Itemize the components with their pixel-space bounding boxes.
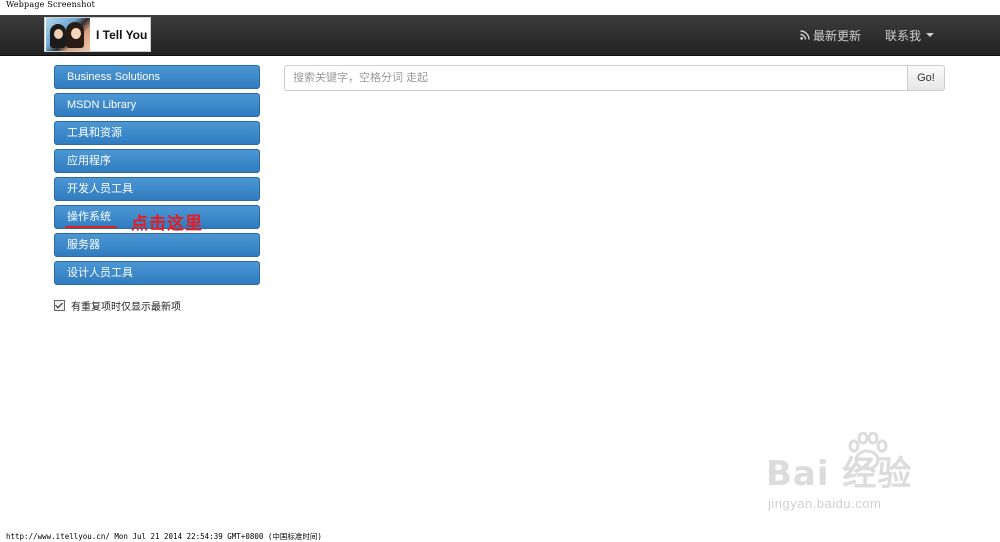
latest-updates-link[interactable]: 最新更新 (788, 27, 873, 44)
sidebar-item-tools-resources[interactable]: 工具和资源 (54, 121, 260, 145)
brand-logo[interactable]: I Tell You (44, 17, 151, 52)
category-sidebar: Business Solutions MSDN Library 工具和资源 应用… (54, 65, 260, 289)
latest-only-checkbox[interactable] (54, 300, 65, 311)
sidebar-item-label: 操作系统 (67, 211, 111, 223)
brand-image (46, 18, 90, 51)
sidebar-item-label: MSDN Library (67, 99, 137, 111)
sidebar-item-label: Business Solutions (67, 71, 160, 83)
sidebar-item-msdn-library[interactable]: MSDN Library (54, 93, 260, 117)
latest-only-option[interactable]: 有重复项时仅显示最新项 (54, 298, 181, 313)
latest-only-label: 有重复项时仅显示最新项 (71, 302, 181, 313)
navbar-right-links: 最新更新 联系我 (788, 15, 1000, 55)
sidebar-item-label: 工具和资源 (67, 127, 122, 139)
sidebar-item-label: 应用程序 (67, 155, 111, 167)
sidebar-item-label: 服务器 (67, 239, 100, 251)
sidebar-item-developer-tools[interactable]: 开发人员工具 (54, 177, 260, 201)
search-bar: Go! (284, 65, 945, 91)
screenshot-caption: Webpage Screenshot (6, 0, 96, 9)
footer-url-timestamp: http://www.itellyou.cn/ Mon Jul 21 2014 … (6, 532, 322, 541)
sidebar-item-label: 设计人员工具 (67, 267, 133, 279)
latest-updates-label: 最新更新 (812, 28, 861, 43)
brand-text: I Tell You (96, 27, 148, 42)
sidebar-item-business-solutions[interactable]: Business Solutions (54, 65, 260, 89)
contact-dropdown[interactable]: 联系我 (873, 27, 946, 44)
baidu-watermark: Bai 经验 jingyan.baidu.com (766, 432, 946, 522)
sidebar-item-applications[interactable]: 应用程序 (54, 149, 260, 173)
chevron-down-icon (926, 33, 934, 37)
search-input[interactable] (284, 65, 907, 91)
search-go-button[interactable]: Go! (907, 65, 945, 91)
annotation-underline (65, 226, 117, 228)
top-navbar: I Tell You 最新更新 联系我 (0, 15, 1000, 56)
rss-icon (800, 30, 810, 40)
contact-label: 联系我 (884, 28, 921, 43)
sidebar-item-servers[interactable]: 服务器 (54, 233, 260, 257)
watermark-url: jingyan.baidu.com (768, 496, 882, 511)
sidebar-item-label: 开发人员工具 (67, 183, 133, 195)
watermark-logo-text: Bai 经验 (766, 454, 913, 494)
click-here-annotation: 点击这里 (131, 214, 203, 234)
sidebar-item-designer-tools[interactable]: 设计人员工具 (54, 261, 260, 285)
